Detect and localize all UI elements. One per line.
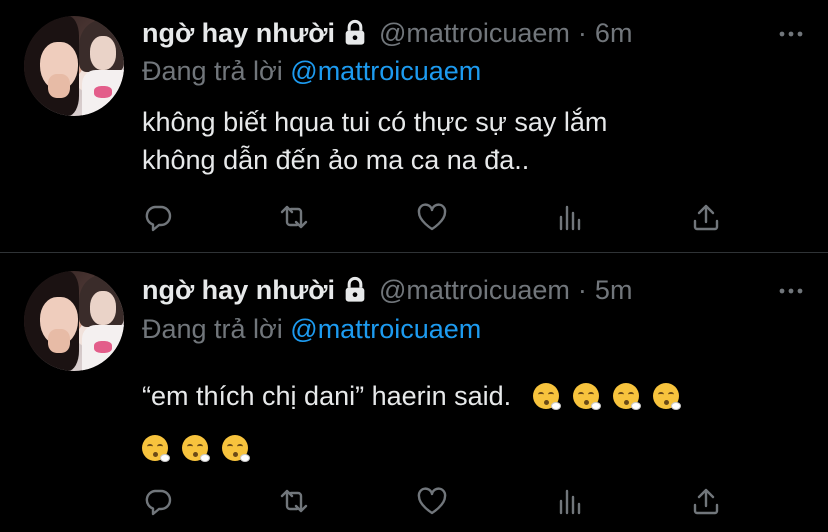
reply-mention[interactable]: @mattroicuaem — [290, 56, 481, 86]
tweet-text-line: không dẫn đến ảo ma ca na đa.. — [142, 145, 530, 175]
user-handle[interactable]: @mattroicuaem — [379, 275, 570, 306]
reply-icon[interactable] — [142, 486, 174, 516]
reply-context: Đang trả lời @mattroicuaem — [142, 56, 481, 87]
retweet-icon[interactable] — [278, 486, 310, 516]
timestamp[interactable]: 5m — [595, 275, 633, 306]
face-exhaling-emoji — [572, 383, 601, 410]
action-bar — [142, 202, 720, 232]
reply-mention[interactable]: @mattroicuaem — [290, 314, 481, 344]
avatar[interactable] — [24, 271, 124, 371]
more-icon[interactable] — [778, 24, 804, 44]
views-icon[interactable] — [554, 486, 586, 516]
tweet-text: “em thích chị dani” haerin said. — [142, 370, 782, 474]
display-name[interactable]: ngờ hay nhười — [142, 275, 335, 306]
more-icon[interactable] — [778, 281, 804, 301]
separator-dot: · — [577, 274, 587, 305]
tweet-2[interactable]: ngờ hay nhười @mattroicuaem · 5m Đang tr… — [0, 253, 828, 532]
reply-icon[interactable] — [142, 202, 174, 232]
reply-context: Đang trả lời @mattroicuaem — [142, 314, 481, 345]
retweet-icon[interactable] — [278, 202, 310, 232]
face-exhaling-emoji — [532, 383, 561, 410]
face-exhaling-emoji — [222, 435, 250, 462]
separator-dot: · — [577, 17, 587, 48]
face-exhaling-emoji — [142, 435, 170, 462]
tweet-text-line: không biết hqua tui có thực sự say lắm — [142, 107, 608, 137]
reply-prefix: Đang trả lời — [142, 314, 283, 344]
lock-icon — [341, 19, 369, 47]
avatar[interactable] — [24, 16, 124, 116]
views-icon[interactable] — [554, 202, 586, 232]
timestamp[interactable]: 6m — [595, 18, 633, 49]
like-icon[interactable] — [416, 202, 448, 232]
face-exhaling-emoji — [652, 383, 681, 410]
action-bar — [142, 486, 720, 516]
share-icon[interactable] — [690, 202, 722, 232]
share-icon[interactable] — [690, 486, 722, 516]
user-handle[interactable]: @mattroicuaem — [379, 18, 570, 49]
like-icon[interactable] — [416, 486, 448, 516]
lock-icon — [341, 276, 369, 304]
face-exhaling-emoji — [182, 435, 210, 462]
tweet-text: không biết hqua tui có thực sự say lắm k… — [142, 103, 782, 179]
reply-prefix: Đang trả lời — [142, 56, 283, 86]
face-exhaling-emoji — [612, 383, 641, 410]
tweet-header: ngờ hay nhười @mattroicuaem · 6m — [142, 16, 632, 50]
display-name[interactable]: ngờ hay nhười — [142, 18, 335, 49]
tweet-text-line: “em thích chị dani” haerin said. — [142, 381, 512, 411]
tweet-header: ngờ hay nhười @mattroicuaem · 5m — [142, 273, 632, 307]
tweet-1[interactable]: ngờ hay nhười @mattroicuaem · 6m Đang tr… — [0, 0, 828, 252]
